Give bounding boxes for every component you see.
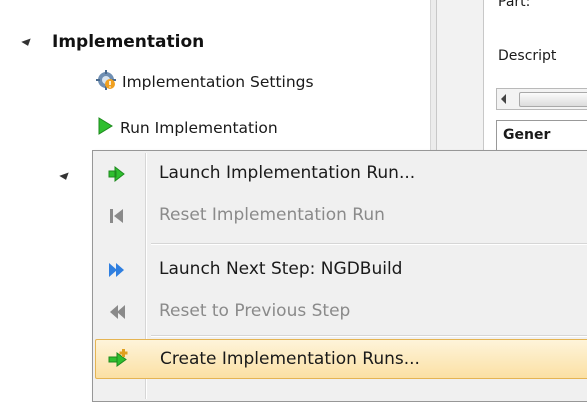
menu-item-label: Launch Implementation Run...: [159, 163, 416, 183]
part-label: Part:: [498, 0, 531, 10]
scrollbar-thumb[interactable]: [519, 92, 587, 107]
launch-implementation-run-item[interactable]: Launch Implementation Run...: [95, 153, 587, 195]
reset-previous-step-item[interactable]: Reset to Previous Step: [95, 291, 587, 333]
horizontal-scrollbar[interactable]: [496, 88, 587, 110]
previous-step-icon: [107, 302, 127, 322]
create-implementation-runs-item[interactable]: Create Implementation Runs...: [95, 339, 587, 379]
description-label: Descript: [498, 48, 557, 64]
reset-implementation-run-item[interactable]: Reset Implementation Run: [95, 195, 587, 237]
next-step-icon: [107, 260, 127, 280]
tree-item-label: Run Implementation: [120, 119, 278, 137]
menu-item-label: Reset to Previous Step: [159, 301, 351, 321]
run-implementation-item[interactable]: Run Implementation: [96, 114, 278, 142]
tab-general[interactable]: Gener: [496, 120, 587, 150]
launch-next-step-item[interactable]: Launch Next Step: NGDBuild: [95, 249, 587, 291]
gear-icon: [96, 70, 116, 94]
tree-item-label: Implementation Settings: [122, 73, 314, 91]
reset-run-icon: [107, 206, 127, 226]
context-menu: Launch Implementation Run... Reset Imple…: [92, 150, 587, 402]
section-label: Implementation: [52, 32, 205, 52]
menu-item-label: Launch Next Step: NGDBuild: [159, 259, 403, 279]
implementation-settings-item[interactable]: Implementation Settings: [96, 68, 314, 96]
collapse-toggle-icon[interactable]: [59, 172, 71, 182]
implementation-section-header[interactable]: Implementation: [0, 28, 420, 58]
collapse-toggle-icon[interactable]: [21, 38, 33, 48]
menu-item-label: Reset Implementation Run: [159, 205, 385, 225]
menu-separator: [151, 335, 587, 336]
scroll-left-icon[interactable]: [501, 94, 506, 104]
menu-item-label: Create Implementation Runs...: [160, 349, 420, 369]
create-runs-icon: [108, 349, 128, 369]
menu-separator: [151, 243, 587, 244]
launch-run-icon: [107, 164, 127, 184]
run-play-icon: [96, 116, 114, 140]
